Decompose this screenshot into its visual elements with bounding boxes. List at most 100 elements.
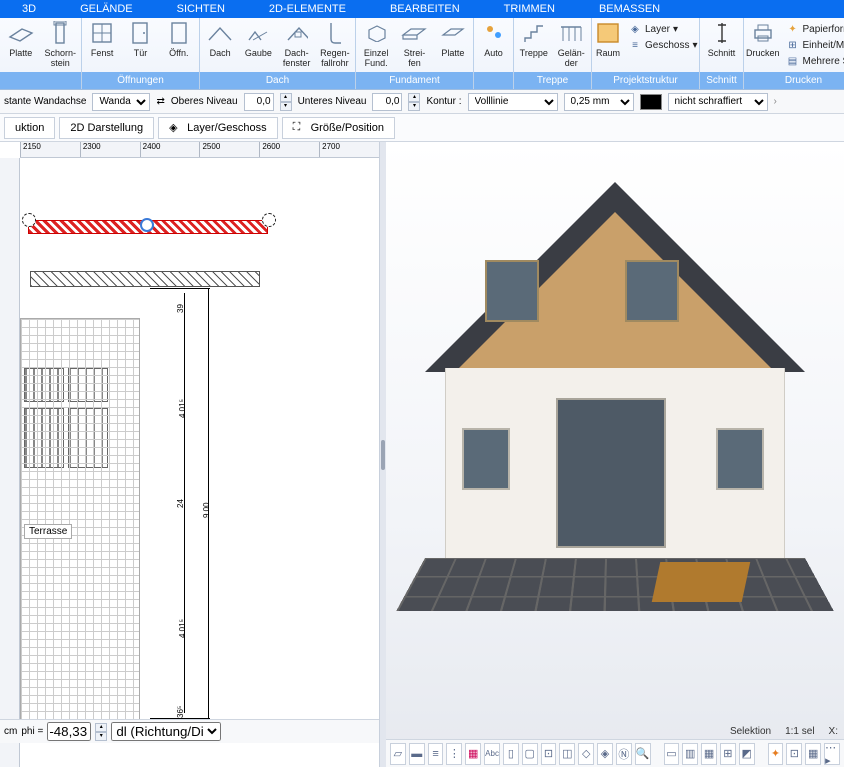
tool-3[interactable]: ≡ — [428, 743, 444, 765]
scale-label: 1:1 sel — [785, 726, 814, 737]
pages-icon: ▤ — [786, 55, 800, 69]
unteres-down[interactable]: ▾ — [408, 102, 420, 111]
unteres-input[interactable] — [372, 93, 402, 111]
kontur-label: Kontur : — [426, 96, 461, 107]
phi-up[interactable]: ▴ — [95, 723, 107, 732]
tool-n[interactable]: Ⓝ — [616, 743, 632, 765]
slab-icon — [7, 20, 35, 46]
tool-19[interactable]: ◩ — [739, 743, 755, 765]
downpipe-icon — [321, 20, 349, 46]
tab-groesse-position[interactable]: ⛶Größe/Position — [282, 117, 395, 139]
dim-24: 24 — [176, 499, 185, 508]
fenster-button[interactable]: Fenst — [84, 20, 120, 70]
drucken-button[interactable]: Drucken — [746, 20, 780, 70]
phi-input[interactable] — [47, 722, 91, 741]
tool-7[interactable]: ▯ — [503, 743, 519, 765]
tab-layer-geschoss[interactable]: ◈Layer/Geschoss — [158, 117, 277, 139]
perspective-view-3d[interactable]: Selektion 1:1 sel X: — [386, 142, 844, 767]
terrace-3d — [396, 558, 833, 611]
auto-button[interactable]: Auto — [476, 20, 511, 70]
tool-9[interactable]: ⊡ — [541, 743, 557, 765]
schnitt-button[interactable]: Schnitt — [702, 20, 741, 70]
geschoss-button[interactable]: ≡Geschoss ▾ — [628, 38, 698, 54]
plan-canvas[interactable]: Terrasse 4.01⁵ 9.00 4.01⁵ 36⁵ 24 39 — [20, 158, 379, 743]
oberes-input[interactable] — [244, 93, 274, 111]
layers-icon: ◈ — [169, 121, 183, 135]
ribbon: Platte Schorn- stein Fenst Tür Öffn. Öff… — [0, 18, 844, 90]
paper-icon: ✦ — [786, 23, 800, 37]
tool-22[interactable]: ▦ — [805, 743, 821, 765]
tab-konstruktion[interactable]: uktion — [4, 117, 55, 139]
menu-3d[interactable]: 3D — [0, 3, 58, 15]
menu-sichten[interactable]: SICHTEN — [155, 3, 247, 15]
dachfenster-button[interactable]: Dach- fenster — [279, 20, 315, 70]
oberes-down[interactable]: ▾ — [280, 102, 292, 111]
tool-20[interactable]: ✦ — [768, 743, 784, 765]
tool-5[interactable]: ▦ — [465, 743, 481, 765]
menu-trimmen[interactable]: TRIMMEN — [482, 3, 577, 15]
gelaender-button[interactable]: Gelän- der — [554, 20, 590, 70]
platte-fund-button[interactable]: Platte — [435, 20, 471, 70]
mehrere-seiten-button[interactable]: ▤Mehrere Seiten — [786, 54, 844, 70]
tool-16[interactable]: ▥ — [682, 743, 698, 765]
menu-bemassen[interactable]: BEMASSEN — [577, 3, 682, 15]
unteres-up[interactable]: ▴ — [408, 93, 420, 102]
regenfallrohr-button[interactable]: Regen- fallrohr — [317, 20, 353, 70]
door-icon — [126, 20, 154, 46]
strip-foundation-icon — [400, 20, 428, 46]
streifen-button[interactable]: Strei- fen — [396, 20, 432, 70]
phi-label: phi = — [21, 726, 43, 737]
dim-4-01: 4.01⁵ — [178, 399, 187, 418]
tool-2[interactable]: ▬ — [409, 743, 425, 765]
thickness-select[interactable]: 0,25 mm — [564, 93, 634, 111]
einzelfund-button[interactable]: Einzel Fund. — [358, 20, 394, 70]
tab-2d-darstellung[interactable]: 2D Darstellung — [59, 117, 154, 139]
layer-button[interactable]: ◈Layer ▾ — [628, 22, 698, 38]
tool-8[interactable]: ▢ — [522, 743, 538, 765]
room-icon — [594, 20, 622, 46]
einheit-button[interactable]: ⊞Einheit/Maßst. — [786, 38, 844, 54]
skylight-icon — [283, 20, 311, 46]
group-caption-treppe: Treppe — [514, 72, 591, 89]
auto-icon — [480, 20, 508, 46]
hatch-select[interactable]: nicht schraffiert — [668, 93, 768, 111]
platte-button[interactable]: Platte — [2, 20, 40, 70]
tool-17[interactable]: ▦ — [701, 743, 717, 765]
plan-view-2d[interactable]: 215023002400250026002700 Terrasse 4.01⁵ — [0, 142, 380, 767]
dach-button[interactable]: Dach — [202, 20, 238, 70]
papierformat-button[interactable]: ✦Papierformat — [786, 22, 844, 38]
tool-18[interactable]: ⊞ — [720, 743, 736, 765]
direction-select[interactable]: dl (Richtung/Di — [111, 722, 221, 741]
tuer-button[interactable]: Tür — [122, 20, 158, 70]
menu-2d-elemente[interactable]: 2D-ELEMENTE — [247, 3, 368, 15]
tool-4[interactable]: ⋮ — [446, 743, 462, 765]
wall-handle-mid[interactable] — [140, 218, 154, 232]
tool-11[interactable]: ◇ — [578, 743, 594, 765]
wall-handle-right[interactable] — [262, 213, 276, 227]
tool-abc[interactable]: Abc — [484, 743, 500, 765]
wandachse-select[interactable]: Wanda — [92, 93, 150, 111]
group-caption-schnitt: Schnitt — [700, 72, 743, 89]
tool-21[interactable]: ⊡ — [786, 743, 802, 765]
oeffnung-button[interactable]: Öffn. — [161, 20, 197, 70]
chevron-right-icon[interactable]: › — [774, 96, 777, 107]
tool-15[interactable]: ▭ — [664, 743, 680, 765]
color-swatch[interactable] — [640, 94, 662, 110]
menu-gelaende[interactable]: GELÄNDE — [58, 3, 155, 15]
treppe-button[interactable]: Treppe — [516, 20, 552, 70]
tool-14[interactable]: 🔍 — [635, 743, 651, 765]
tool-23[interactable]: ⋯▸ — [824, 743, 840, 765]
tool-10[interactable]: ◫ — [559, 743, 575, 765]
wall-handle-left[interactable] — [22, 213, 36, 227]
menu-bearbeiten[interactable]: BEARBEITEN — [368, 3, 482, 15]
tool-1[interactable]: ▱ — [390, 743, 406, 765]
kontur-select[interactable]: Volllinie — [468, 93, 558, 111]
phi-down[interactable]: ▾ — [95, 732, 107, 741]
raum-button[interactable]: Raum — [594, 20, 622, 70]
oberes-up[interactable]: ▴ — [280, 93, 292, 102]
gaube-button[interactable]: Gaube — [240, 20, 276, 70]
schornstein-button[interactable]: Schorn- stein — [42, 20, 80, 70]
tool-12[interactable]: ◈ — [597, 743, 613, 765]
roof-icon — [206, 20, 234, 46]
dim-365: 36⁵ — [176, 706, 185, 718]
